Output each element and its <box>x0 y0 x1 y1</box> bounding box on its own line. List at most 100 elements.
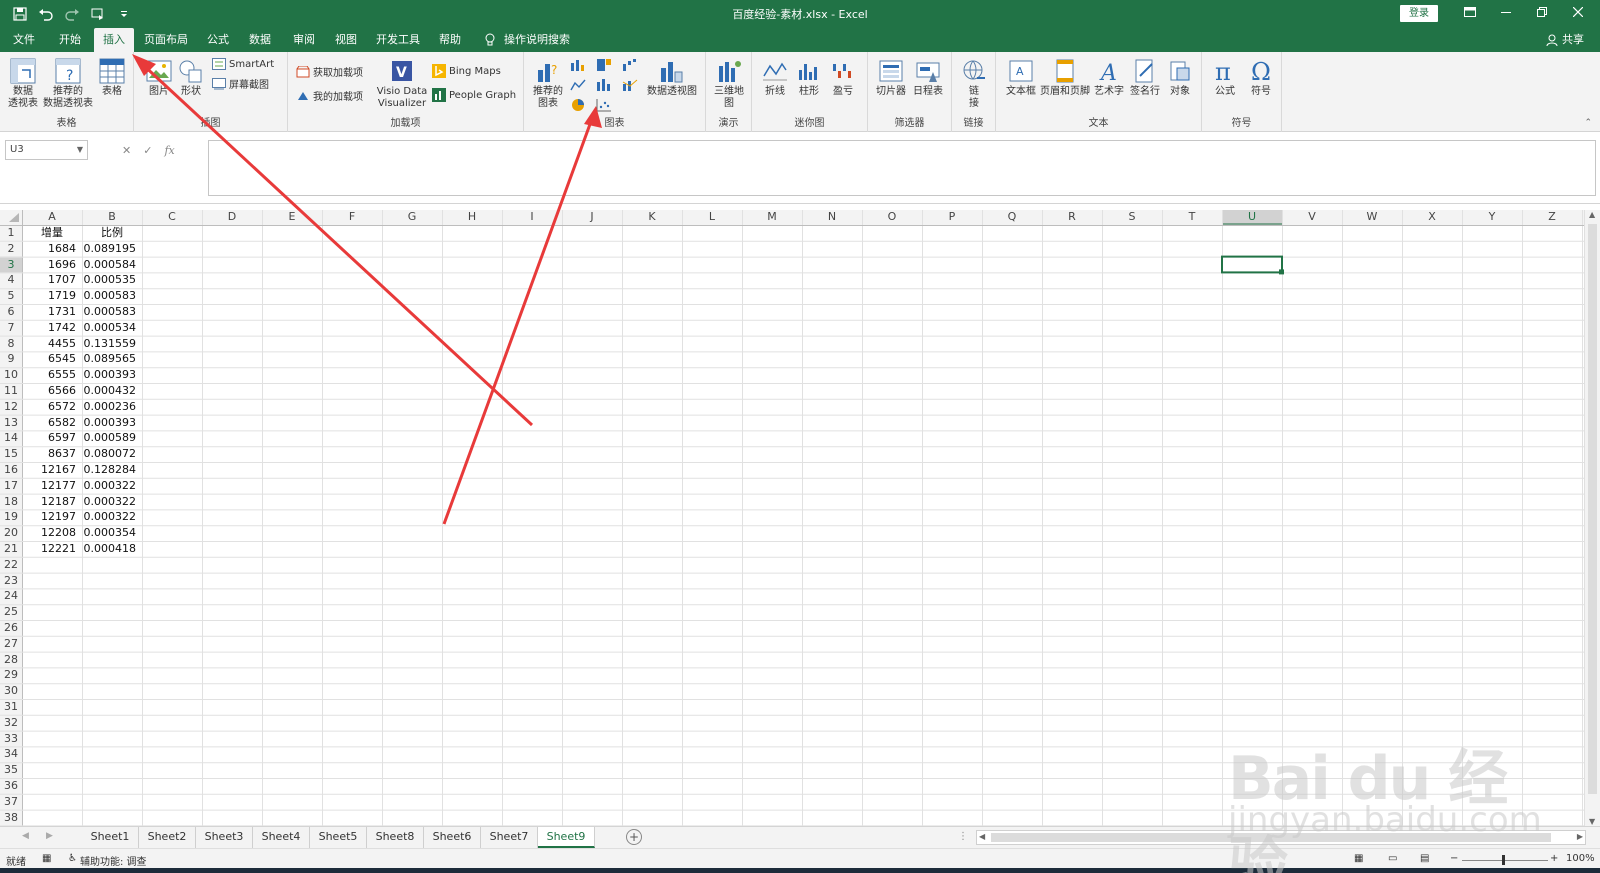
column-header[interactable]: A <box>22 210 82 224</box>
cell-header[interactable]: 增量 <box>22 225 82 240</box>
row-header[interactable]: 24 <box>0 588 22 603</box>
column-header[interactable]: E <box>262 210 322 224</box>
page-layout-view-icon[interactable]: ▭ <box>1388 853 1397 864</box>
row-header[interactable]: 27 <box>0 636 22 651</box>
row-header[interactable]: 10 <box>0 367 22 382</box>
row-header[interactable]: 25 <box>0 604 22 619</box>
recommended-pivot-button[interactable]: ? 推荐的 数据透视表 <box>42 58 94 110</box>
restore-icon[interactable] <box>1524 2 1560 24</box>
share-button[interactable]: 共享 <box>1546 28 1584 52</box>
sheet-tab-sheet4[interactable]: Sheet4 <box>253 827 310 848</box>
row-header[interactable]: 12 <box>0 399 22 414</box>
sheet-tab-sheet6[interactable]: Sheet6 <box>424 827 481 848</box>
sheet-tab-sheet8[interactable]: Sheet8 <box>367 827 424 848</box>
column-header[interactable]: D <box>202 210 262 224</box>
scatter-chart-button[interactable] <box>594 98 614 114</box>
macro-record-icon[interactable]: ▦ <box>42 853 51 864</box>
column-header[interactable]: Z <box>1522 210 1582 224</box>
column-header[interactable]: J <box>562 210 622 224</box>
cell-value[interactable]: 0.000322 <box>82 494 137 509</box>
cell-value[interactable]: 0.128284 <box>82 462 137 477</box>
column-header[interactable]: L <box>682 210 742 224</box>
cell-value[interactable]: 4455 <box>22 336 76 351</box>
bing-maps-button[interactable]: Bing Maps <box>432 64 501 78</box>
symbol-button[interactable]: Ω 符号 <box>1244 58 1278 98</box>
smartart-button[interactable]: SmartArt <box>212 58 274 70</box>
my-addins-button[interactable]: 我的加载项 <box>296 88 363 103</box>
vertical-scroll-thumb[interactable] <box>1588 224 1597 794</box>
tab-file[interactable]: 文件 <box>6 28 42 52</box>
sheet-tab-sheet1[interactable]: Sheet1 <box>82 827 139 848</box>
cell-value[interactable]: 0.000236 <box>82 399 137 414</box>
formula-input[interactable] <box>208 140 1596 196</box>
row-header[interactable]: 35 <box>0 762 22 777</box>
prev-sheet-icon[interactable]: ◀ <box>22 831 29 841</box>
vertical-scrollbar[interactable]: ▲ ▼ <box>1584 210 1600 826</box>
tell-me-search[interactable]: 操作说明搜索 <box>484 28 570 52</box>
column-header[interactable]: K <box>622 210 682 224</box>
ribbon-display-icon[interactable] <box>1452 2 1488 24</box>
timeline-button[interactable]: 日程表 <box>910 58 946 98</box>
row-header[interactable]: 19 <box>0 509 22 524</box>
cell-value[interactable]: 6566 <box>22 383 76 398</box>
page-break-view-icon[interactable]: ▤ <box>1420 853 1429 864</box>
tab-developer[interactable]: 开发工具 <box>372 28 424 52</box>
people-graph-button[interactable]: People Graph <box>432 88 516 102</box>
column-header[interactable]: Q <box>982 210 1042 224</box>
cell-value[interactable]: 0.000534 <box>82 320 137 335</box>
cell-value[interactable]: 6597 <box>22 430 76 445</box>
row-header[interactable]: 14 <box>0 430 22 445</box>
cell-value[interactable]: 1731 <box>22 304 76 319</box>
row-header[interactable]: 20 <box>0 525 22 540</box>
combo-chart-button[interactable] <box>620 78 640 94</box>
cell-value[interactable]: 6545 <box>22 351 76 366</box>
row-header[interactable]: 31 <box>0 699 22 714</box>
row-header[interactable]: 4 <box>0 272 22 287</box>
cell-value[interactable]: 12167 <box>22 462 76 477</box>
cell-value[interactable]: 0.080072 <box>82 446 137 461</box>
cell-value[interactable]: 0.000354 <box>82 525 137 540</box>
sheet-tab-sheet7[interactable]: Sheet7 <box>481 827 538 848</box>
column-header[interactable]: I <box>502 210 562 224</box>
column-header[interactable]: W <box>1342 210 1402 224</box>
cell-value[interactable]: 0.000393 <box>82 415 137 430</box>
cell-value[interactable]: 12187 <box>22 494 76 509</box>
line-chart-button[interactable] <box>568 78 588 94</box>
cell-value[interactable]: 0.000583 <box>82 288 137 303</box>
row-header[interactable]: 13 <box>0 415 22 430</box>
pie-chart-button[interactable] <box>568 98 588 114</box>
hierarchy-chart-button[interactable] <box>594 58 614 74</box>
cell-value[interactable]: 0.000584 <box>82 257 137 272</box>
sheet-tab-sheet5[interactable]: Sheet5 <box>310 827 367 848</box>
equation-button[interactable]: π 公式 <box>1208 58 1242 98</box>
cell-value[interactable]: 12197 <box>22 509 76 524</box>
cell-value[interactable]: 0.000432 <box>82 383 137 398</box>
column-header[interactable]: P <box>922 210 982 224</box>
tab-view[interactable]: 视图 <box>328 28 364 52</box>
column-header[interactable]: O <box>862 210 922 224</box>
3d-map-button[interactable]: 三维地 图 <box>712 58 746 110</box>
tab-page-layout[interactable]: 页面布局 <box>140 28 192 52</box>
row-header[interactable]: 18 <box>0 494 22 509</box>
cell-value[interactable]: 0.000535 <box>82 272 137 287</box>
get-addins-button[interactable]: 获取加载项 <box>296 64 363 79</box>
row-header[interactable]: 7 <box>0 320 22 335</box>
row-header[interactable]: 23 <box>0 573 22 588</box>
cell-value[interactable]: 0.000322 <box>82 509 137 524</box>
row-header[interactable]: 30 <box>0 683 22 698</box>
name-box-dropdown-icon[interactable]: ▼ <box>77 141 83 159</box>
column-header[interactable]: T <box>1162 210 1222 224</box>
column-header[interactable]: V <box>1282 210 1342 224</box>
cell-value[interactable]: 12221 <box>22 541 76 556</box>
header-footer-button[interactable]: 页眉和页脚 <box>1040 58 1090 98</box>
column-header[interactable]: N <box>802 210 862 224</box>
row-header[interactable]: 37 <box>0 794 22 809</box>
row-header[interactable]: 22 <box>0 557 22 572</box>
link-button[interactable]: 链 接 <box>958 58 990 110</box>
row-header[interactable]: 16 <box>0 462 22 477</box>
sheet-tab-sheet2[interactable]: Sheet2 <box>139 827 196 848</box>
minimize-icon[interactable] <box>1488 2 1524 24</box>
cell-value[interactable]: 0.000583 <box>82 304 137 319</box>
row-header[interactable]: 26 <box>0 620 22 635</box>
tab-review[interactable]: 审阅 <box>286 28 322 52</box>
